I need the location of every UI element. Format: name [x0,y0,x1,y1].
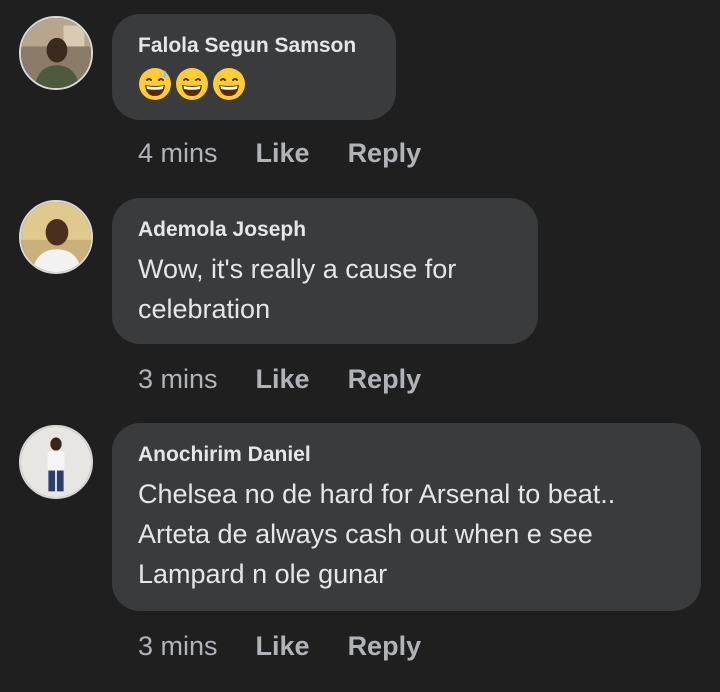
comment-time[interactable]: 4 mins [138,138,218,169]
reply-button[interactable]: Reply [348,631,422,662]
reply-button[interactable]: Reply [348,138,422,169]
comment-meta: 3 mins Like Reply [138,361,459,397]
comment-time[interactable]: 3 mins [138,631,218,662]
avatar[interactable] [19,16,93,90]
comment-author[interactable]: Ademola Joseph [138,217,512,243]
grinning-squint-emoji [176,68,208,100]
profile-photo [21,18,91,88]
avatar[interactable] [19,200,93,274]
like-button[interactable]: Like [256,631,310,662]
avatar[interactable] [19,425,93,499]
comment-text: Wow, it's really a cause for celebration [138,254,457,324]
comment-meta: 3 mins Like Reply [138,628,459,664]
profile-photo [21,202,91,272]
grinning-sweat-emoji [139,68,171,100]
like-button[interactable]: Like [256,138,310,169]
comment-bubble: Falola Segun Samson [112,14,396,120]
like-button[interactable]: Like [256,364,310,395]
comment-emojis [138,67,370,107]
comment-author[interactable]: Anochirim Daniel [138,442,675,468]
profile-photo [21,427,91,497]
comment-author[interactable]: Falola Segun Samson [138,33,370,59]
comment-meta: 4 mins Like Reply [138,135,459,171]
comment-text: Chelsea no de hard for Arsenal to beat..… [138,479,616,589]
comment-bubble: Ademola Joseph Wow, it's really a cause … [112,198,538,344]
grinning-squint-emoji [213,68,245,100]
comment-bubble: Anochirim Daniel Chelsea no de hard for … [112,423,701,611]
comment-time[interactable]: 3 mins [138,364,218,395]
reply-button[interactable]: Reply [348,364,422,395]
